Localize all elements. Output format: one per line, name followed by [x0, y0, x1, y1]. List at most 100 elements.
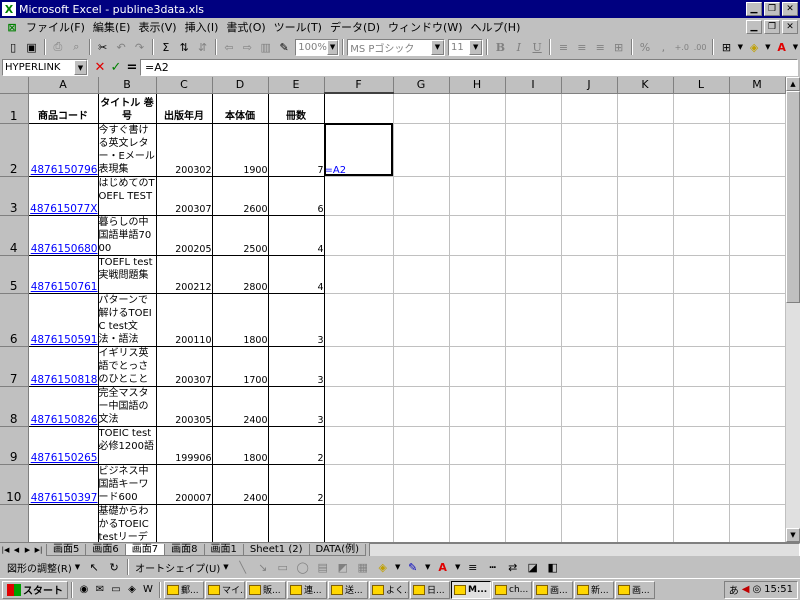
- excel-app-icon[interactable]: X: [2, 2, 16, 16]
- empty-cell[interactable]: [393, 386, 450, 427]
- empty-cell[interactable]: [617, 255, 674, 294]
- taskbar-button[interactable]: 連...: [287, 580, 327, 599]
- empty-cell[interactable]: [673, 293, 730, 347]
- empty-cell[interactable]: [505, 176, 562, 216]
- chevron-down-icon[interactable]: ▼: [791, 38, 800, 56]
- decrease-decimal-button[interactable]: .00: [691, 38, 709, 56]
- undo-icon[interactable]: ↶: [112, 38, 130, 56]
- fill-color-icon[interactable]: ◈: [745, 38, 763, 56]
- empty-cell[interactable]: [617, 293, 674, 347]
- chevron-down-icon[interactable]: ▼: [423, 558, 433, 576]
- empty-cell[interactable]: [505, 504, 562, 542]
- back-icon[interactable]: ⇦: [220, 38, 238, 56]
- percent-button[interactable]: %: [636, 38, 654, 56]
- empty-cell[interactable]: [561, 123, 618, 177]
- save-icon[interactable]: ▣: [22, 38, 40, 56]
- empty-cell[interactable]: [729, 215, 786, 256]
- empty-cell[interactable]: [729, 464, 786, 505]
- product-code-link[interactable]: 4876150826: [27, 385, 99, 427]
- sheet-tab[interactable]: 画面5: [46, 543, 87, 556]
- price-cell[interactable]: 1900: [211, 503, 269, 542]
- empty-cell[interactable]: [505, 93, 562, 124]
- empty-cell[interactable]: [505, 464, 562, 505]
- empty-cell[interactable]: [324, 346, 394, 387]
- empty-cell[interactable]: [324, 426, 394, 465]
- active-cell[interactable]: =A2: [324, 123, 394, 177]
- price-cell[interactable]: 2500: [211, 214, 269, 256]
- empty-cell[interactable]: [617, 346, 674, 387]
- arrow-icon[interactable]: ↘: [253, 558, 273, 576]
- empty-cell[interactable]: [393, 215, 450, 256]
- empty-cell[interactable]: [324, 386, 394, 427]
- date-cell[interactable]: 200302: [155, 122, 213, 177]
- qty-cell[interactable]: 2: [267, 503, 325, 542]
- row-header[interactable]: 1: [0, 93, 29, 124]
- empty-cell[interactable]: [505, 386, 562, 427]
- menu-item[interactable]: ウィンドウ(W): [384, 19, 466, 35]
- dash-style-icon[interactable]: ┅: [483, 558, 503, 576]
- empty-cell[interactable]: [617, 176, 674, 216]
- product-code-link[interactable]: 4876150796: [27, 122, 99, 177]
- empty-cell[interactable]: [393, 504, 450, 542]
- workbook-icon[interactable]: ⊠: [4, 20, 20, 34]
- select-objects-icon[interactable]: ↖: [84, 558, 104, 576]
- empty-cell[interactable]: [449, 176, 506, 216]
- row-header[interactable]: 3: [0, 176, 29, 216]
- ime-icon[interactable]: あ: [729, 582, 739, 597]
- date-cell[interactable]: 200307: [155, 345, 213, 387]
- title-cell[interactable]: パターンで解けるTOEIC test文法・語法: [97, 292, 157, 347]
- print-preview-icon[interactable]: ⌕: [67, 38, 85, 56]
- sheet-tab[interactable]: 画面6: [85, 543, 126, 556]
- empty-cell[interactable]: [673, 386, 730, 427]
- taskbar-button[interactable]: M...: [451, 580, 491, 599]
- taskbar-button[interactable]: よく...: [369, 580, 409, 599]
- date-cell[interactable]: 199906: [155, 425, 213, 465]
- qty-cell[interactable]: 2: [267, 425, 325, 465]
- header-cell-price[interactable]: 本体価: [211, 92, 269, 124]
- sheet-tab[interactable]: DATA(例): [308, 543, 367, 556]
- empty-cell[interactable]: [561, 93, 618, 124]
- row-header[interactable]: 8: [0, 386, 29, 427]
- edit-formula-icon[interactable]: =: [124, 59, 140, 76]
- font-color-icon[interactable]: A: [433, 558, 453, 576]
- empty-cell[interactable]: [505, 123, 562, 177]
- empty-cell[interactable]: [449, 386, 506, 427]
- sheet-tab[interactable]: 画面1: [203, 543, 244, 556]
- empty-cell[interactable]: [729, 123, 786, 177]
- drawing-icon[interactable]: ✎: [275, 38, 293, 56]
- align-right-icon[interactable]: ≡: [591, 38, 609, 56]
- chevron-down-icon[interactable]: ▼: [763, 38, 772, 56]
- align-center-icon[interactable]: ≡: [573, 38, 591, 56]
- empty-cell[interactable]: [393, 346, 450, 387]
- empty-cell[interactable]: [324, 176, 394, 216]
- price-cell[interactable]: 1700: [211, 345, 269, 387]
- empty-cell[interactable]: [393, 255, 450, 294]
- taskbar-button[interactable]: 画...: [533, 580, 573, 599]
- row-header[interactable]: 7: [0, 346, 29, 387]
- chevron-down-icon[interactable]: ▼: [393, 558, 403, 576]
- comma-button[interactable]: ,: [654, 38, 672, 56]
- row-header[interactable]: 6: [0, 293, 29, 347]
- empty-cell[interactable]: [561, 464, 618, 505]
- taskbar-button[interactable]: 販...: [246, 580, 286, 599]
- empty-cell[interactable]: [505, 426, 562, 465]
- empty-cell[interactable]: [505, 293, 562, 347]
- product-code-link[interactable]: 487615077X: [27, 175, 99, 216]
- autosum-icon[interactable]: Σ: [157, 38, 175, 56]
- chevron-down-icon[interactable]: ▼: [223, 563, 228, 571]
- last-sheet-icon[interactable]: ▶|: [33, 544, 44, 556]
- font-color-icon[interactable]: A: [772, 38, 790, 56]
- menu-item[interactable]: 書式(O): [222, 19, 269, 35]
- row-header[interactable]: 11: [0, 504, 29, 542]
- empty-cell[interactable]: [617, 386, 674, 427]
- qty-cell[interactable]: 3: [267, 345, 325, 387]
- empty-cell[interactable]: [561, 346, 618, 387]
- taskbar-button[interactable]: ch...: [492, 580, 532, 599]
- vertical-scroll-thumb[interactable]: [786, 91, 800, 303]
- product-code-link[interactable]: 4876150761: [27, 254, 99, 294]
- minimize-button[interactable]: ▁: [746, 2, 762, 16]
- empty-cell[interactable]: [393, 93, 450, 124]
- price-cell[interactable]: 1900: [211, 122, 269, 177]
- draw-adjust-menu[interactable]: 図形の調整(R): [4, 560, 75, 575]
- column-header[interactable]: H: [448, 77, 506, 94]
